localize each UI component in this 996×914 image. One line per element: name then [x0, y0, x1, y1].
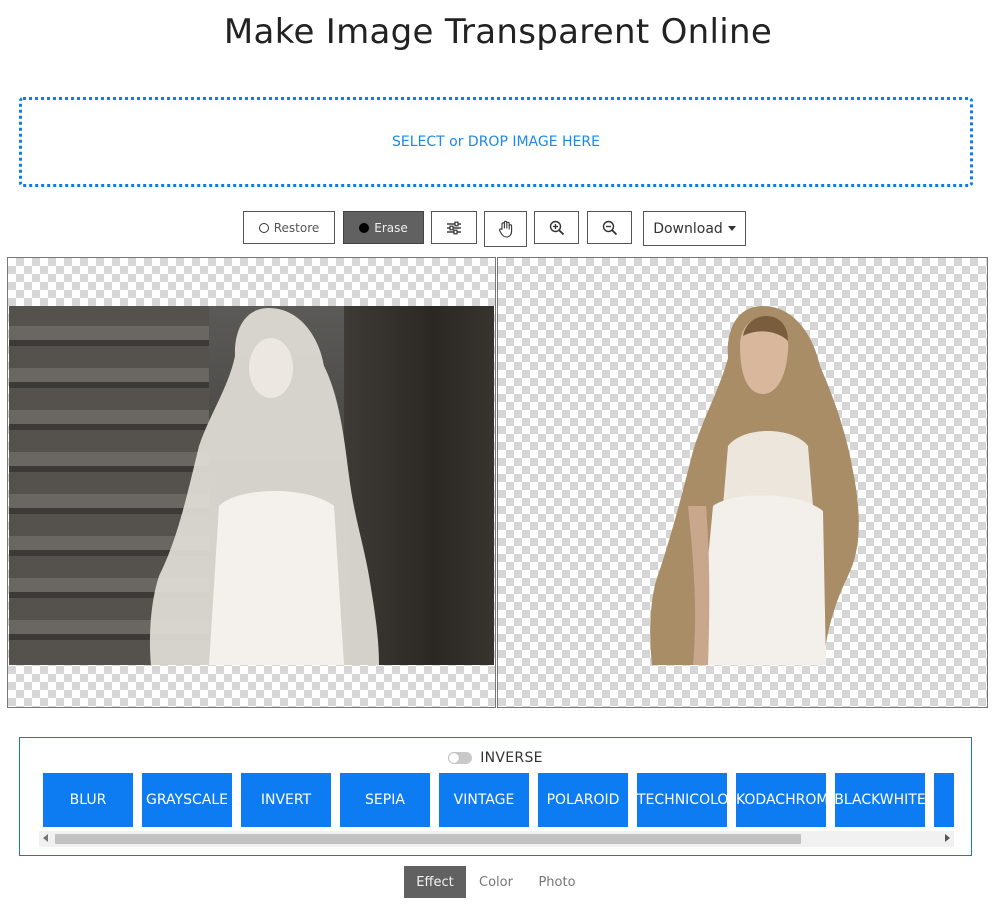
- zoom-in-icon: [549, 220, 564, 235]
- download-label: Download: [653, 220, 723, 237]
- effect-blur-button[interactable]: BLUR: [43, 773, 133, 827]
- effects-scrollbar[interactable]: [39, 831, 954, 847]
- tab-color[interactable]: Color: [470, 866, 522, 898]
- zoom-in-button[interactable]: [534, 211, 579, 244]
- hand-icon: [498, 220, 512, 238]
- caret-down-icon: [727, 226, 736, 231]
- image-dropzone[interactable]: SELECT or DROP IMAGE HERE: [19, 97, 973, 187]
- preview-canvas: [497, 257, 988, 708]
- zoom-out-icon: [602, 220, 617, 235]
- effects-strip: BLUR GRAYSCALE INVERT SEPIA VINTAGE POLA…: [43, 773, 954, 828]
- effect-sepia-button[interactable]: SEPIA: [340, 773, 430, 827]
- erase-button[interactable]: Erase: [343, 211, 424, 244]
- settings-button[interactable]: [431, 211, 477, 244]
- inverse-toggle[interactable]: [448, 752, 473, 764]
- tab-photo[interactable]: Photo: [528, 866, 586, 898]
- radio-filled-icon: [359, 222, 370, 233]
- scroll-left-arrow-icon[interactable]: [43, 834, 48, 842]
- dropzone-label: SELECT or DROP IMAGE HERE: [392, 134, 600, 150]
- scroll-right-arrow-icon[interactable]: [945, 834, 950, 842]
- zoom-out-button[interactable]: [587, 211, 632, 244]
- effect-technicolor-button[interactable]: TECHNICOLOR: [637, 773, 727, 827]
- source-photo: [9, 306, 494, 665]
- effect-grayscale-button[interactable]: GRAYSCALE: [142, 773, 232, 827]
- effect-next-button[interactable]: [934, 773, 954, 827]
- scroll-thumb[interactable]: [55, 834, 801, 844]
- radio-empty-icon: [258, 222, 269, 233]
- effect-polaroid-button[interactable]: POLAROID: [538, 773, 628, 827]
- effect-invert-button[interactable]: INVERT: [241, 773, 331, 827]
- tab-effect[interactable]: Effect: [404, 866, 466, 898]
- toggle-knob: [449, 753, 460, 763]
- mode-tabs: Effect Color Photo: [0, 866, 996, 899]
- erase-label: Erase: [374, 220, 408, 235]
- inverse-label: INVERSE: [480, 750, 543, 766]
- effect-kodachrome-button[interactable]: KODACHROME: [736, 773, 826, 827]
- download-dropdown[interactable]: Download: [643, 211, 746, 246]
- editor-toolbar: Restore Erase Download: [0, 211, 996, 247]
- sliders-icon: [447, 221, 461, 234]
- effect-blackwhite-button[interactable]: BLACKWHITE: [835, 773, 925, 827]
- editor-canvas[interactable]: [7, 257, 496, 708]
- restore-label: Restore: [273, 220, 320, 235]
- restore-button[interactable]: Restore: [243, 211, 335, 244]
- girl-highlighted-graphic: [149, 308, 379, 665]
- cutout-preview-graphic: [650, 306, 859, 665]
- pan-button[interactable]: [484, 211, 527, 247]
- page-title: Make Image Transparent Online: [223, 12, 773, 52]
- effect-vintage-button[interactable]: VINTAGE: [439, 773, 529, 827]
- effects-panel: INVERSE BLUR GRAYSCALE INVERT SEPIA VINT…: [19, 737, 972, 856]
- inverse-row: INVERSE: [20, 750, 971, 766]
